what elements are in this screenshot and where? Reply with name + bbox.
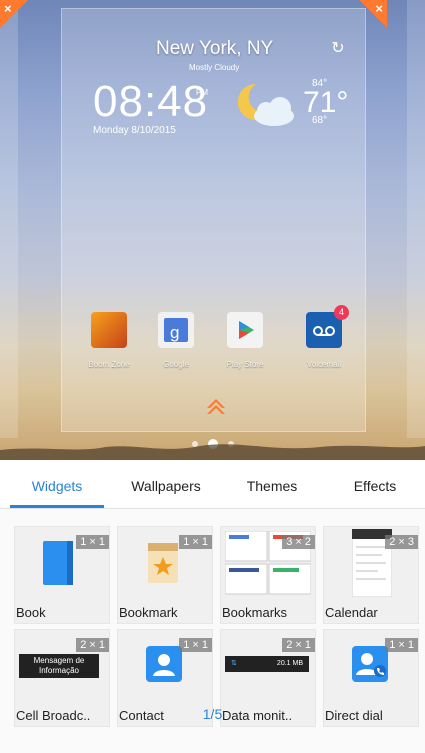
tab-themes[interactable]: Themes [225, 460, 319, 508]
clock-date: Monday 8/10/2015 [93, 125, 176, 136]
widget-size: 1 × 1 [179, 535, 212, 549]
refresh-icon[interactable]: ↻ [328, 38, 348, 58]
widget-name: Bookmarks [222, 605, 288, 620]
play-store-icon [227, 312, 263, 348]
widget-size: 1 × 1 [76, 535, 109, 549]
tab-effects[interactable]: Effects [328, 460, 422, 508]
remove-page-button[interactable]: × [359, 0, 387, 28]
data-monitor-preview: ⇅ 20.1 MB [225, 656, 309, 672]
temp-current: 71° [303, 86, 349, 119]
book-icon [43, 541, 73, 585]
weather-city: New York, NY [156, 38, 274, 59]
active-tab-indicator [10, 505, 104, 508]
left-page-preview[interactable] [0, 0, 18, 438]
direct-dial-icon [352, 646, 388, 682]
widget-page-indicator: 1/5 [202, 706, 223, 722]
google-icon: g [158, 312, 194, 348]
widget-size: 3 × 2 [282, 535, 315, 549]
bookmark-icon [148, 543, 178, 583]
temp-low: 68° [312, 115, 328, 126]
right-page-preview[interactable] [407, 0, 425, 438]
tab-widgets[interactable]: Widgets [10, 460, 104, 508]
tab-bar: Widgets Wallpapers Themes Effects [0, 460, 425, 509]
moon-cloud-icon [237, 83, 294, 126]
app-google[interactable]: g Google [150, 312, 202, 369]
voicemail-badge: 4 [334, 305, 349, 320]
widget-bookmarks[interactable]: 3 × 2 Bookmarks [220, 526, 316, 624]
contact-icon [146, 646, 182, 682]
clock-ampm: PM [196, 88, 208, 97]
widget-name: Book [16, 605, 46, 620]
widget-name: Calendar [325, 605, 378, 620]
widget-name: Bookmark [119, 605, 178, 620]
widget-size: 1 × 1 [179, 638, 212, 652]
svg-text:g: g [170, 323, 179, 342]
widget-bookmark[interactable]: 1 × 1 Bookmark [117, 526, 213, 624]
app-voicemail[interactable]: 4 Voicemail [298, 305, 350, 369]
remove-left-page-button[interactable]: × [0, 0, 28, 28]
widget-calendar[interactable]: 2 × 3 Calendar [323, 526, 419, 624]
customize-sheet: Widgets Wallpapers Themes Effects 1 × 1 … [0, 460, 425, 753]
clock-time: 08:48 [93, 77, 209, 126]
widget-book[interactable]: 1 × 1 Book [14, 526, 110, 624]
boom-zone-icon [91, 312, 127, 348]
widget-size: 2 × 1 [76, 638, 109, 652]
home-up-arrow-icon[interactable] [205, 394, 227, 416]
wallpaper-silhouette [0, 444, 425, 460]
widget-size: 1 × 1 [385, 638, 418, 652]
weather-condition: Mostly Cloudy [189, 63, 240, 72]
tab-wallpapers[interactable]: Wallpapers [114, 460, 218, 508]
home-screen-preview: × × New York, NY Mostly Cloudy ↻ 08:48 P… [0, 0, 425, 460]
app-play-store[interactable]: Play Store [219, 312, 271, 369]
data-arrows-icon: ⇅ [231, 660, 237, 667]
widget-size: 2 × 3 [385, 535, 418, 549]
app-boom-zone[interactable]: Boom Zone [83, 312, 135, 369]
cell-broadcast-preview: Mensagem de Informação [19, 654, 99, 678]
voicemail-icon: 4 [306, 305, 349, 348]
widget-size: 2 × 1 [282, 638, 315, 652]
